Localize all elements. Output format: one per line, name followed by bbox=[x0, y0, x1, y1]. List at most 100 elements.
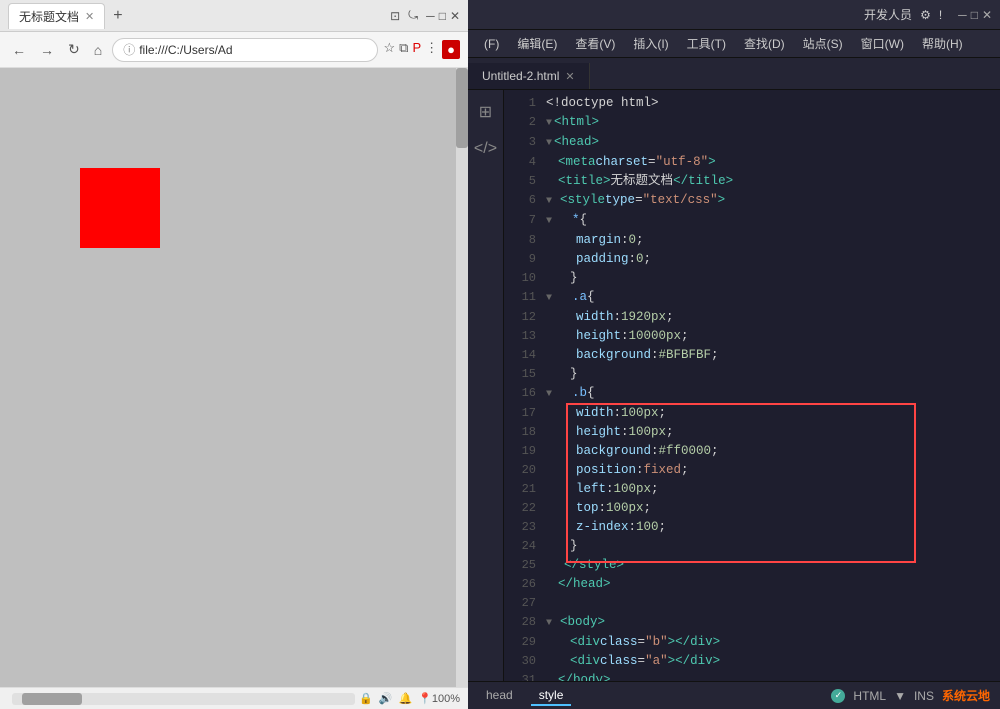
code-line-11: 11 ▼ .a{ bbox=[504, 288, 1000, 308]
code-line-19: 19 background: #ff0000; bbox=[504, 442, 1000, 461]
code-line-6: 6 ▼ <style type="text/css"> bbox=[504, 191, 1000, 211]
status-badge: ✓ bbox=[831, 689, 845, 703]
refresh-icon[interactable]: ⤿ bbox=[408, 8, 418, 23]
lock-icon: ⓘ bbox=[123, 41, 135, 58]
forward-button[interactable]: → bbox=[36, 40, 58, 60]
code-icon[interactable]: </> bbox=[470, 136, 501, 162]
code-line-15: 15 } bbox=[504, 365, 1000, 384]
horizontal-scrollbar[interactable] bbox=[12, 693, 355, 705]
browser-tab[interactable]: 无标题文档 ✕ bbox=[8, 3, 105, 29]
home-button[interactable]: ⌂ bbox=[90, 40, 106, 60]
code-line-8: 8 margin: 0; bbox=[504, 231, 1000, 250]
editor-tab-label: Untitled-2.html bbox=[482, 69, 559, 83]
security-icon: 🔒 bbox=[359, 692, 373, 705]
fold-11[interactable]: ▼ bbox=[546, 289, 552, 308]
code-line-23: 23 z-index: 100; bbox=[504, 518, 1000, 537]
settings-icon[interactable]: ⚙ bbox=[920, 8, 931, 22]
address-text: file:///C:/Users/Ad bbox=[139, 43, 232, 57]
code-line-26: 26 </head> bbox=[504, 575, 1000, 594]
browser-action-icon[interactable]: ● bbox=[442, 40, 460, 59]
back-button[interactable]: ← bbox=[8, 40, 30, 60]
fold-3[interactable]: ▼ bbox=[546, 134, 552, 153]
browser-window: 无标题文档 ✕ + ⊡ ⤿ ─ □ ✕ ← → ↻ ⌂ ⓘ file:///C:… bbox=[0, 0, 468, 709]
browser-scrollbar[interactable] bbox=[456, 68, 468, 687]
footer-tab-style[interactable]: style bbox=[531, 686, 572, 706]
reload-button[interactable]: ↻ bbox=[64, 39, 84, 60]
editor-maximize-button[interactable]: □ bbox=[971, 8, 978, 22]
maximize-button[interactable]: □ bbox=[439, 9, 446, 23]
fold-2[interactable]: ▼ bbox=[546, 114, 552, 133]
footer-brand: 系统云地 bbox=[942, 687, 990, 704]
code-line-22: 22 top: 100px; bbox=[504, 499, 1000, 518]
menu-tools[interactable]: 工具(T) bbox=[679, 33, 734, 54]
editor-body: ⊞ </> 1 <!doctype html> 2 ▼ <html> 3 bbox=[468, 90, 1000, 681]
address-bar[interactable]: ⓘ file:///C:/Users/Ad bbox=[112, 38, 377, 62]
code-line-7: 7 ▼ *{ bbox=[504, 211, 1000, 231]
footer-ins: INS bbox=[914, 689, 934, 703]
menu-site[interactable]: 站点(S) bbox=[795, 33, 851, 54]
editor-tab-bar: Untitled-2.html ✕ bbox=[468, 58, 1000, 90]
code-line-18: 18 height: 100px; bbox=[504, 423, 1000, 442]
code-line-12: 12 width: 1920px; bbox=[504, 308, 1000, 327]
code-line-9: 9 padding: 0; bbox=[504, 250, 1000, 269]
h-scrollbar-thumb[interactable] bbox=[22, 693, 82, 705]
editor-close-button[interactable]: ✕ bbox=[982, 8, 992, 22]
code-line-13: 13 height: 10000px; bbox=[504, 327, 1000, 346]
browser-statusbar: 🔒 🔊 🔔 📍 100% bbox=[0, 687, 468, 709]
tab-title: 无标题文档 bbox=[19, 8, 79, 25]
browser-titlebar: 无标题文档 ✕ + ⊡ ⤿ ─ □ ✕ bbox=[0, 0, 468, 32]
editor-titlebar: 开发人员 ⚙ ! ─ □ ✕ bbox=[468, 0, 1000, 30]
minimize-button[interactable]: ─ bbox=[426, 9, 435, 23]
code-line-1: 1 <!doctype html> bbox=[504, 94, 1000, 113]
zoom-level: 100% bbox=[432, 693, 460, 705]
code-line-10: 10 } bbox=[504, 269, 1000, 288]
grid-icon[interactable]: ⊞ bbox=[475, 98, 496, 126]
bookmark-icon[interactable]: ☆ bbox=[384, 40, 396, 59]
code-line-5: 5 <title>无标题文档</title> bbox=[504, 172, 1000, 191]
audio-icon: 🔊 bbox=[379, 692, 393, 705]
separator: ! bbox=[939, 8, 942, 22]
code-line-4: 4 <meta charset="utf-8"> bbox=[504, 153, 1000, 172]
red-box bbox=[80, 168, 160, 248]
close-tab-icon[interactable]: ✕ bbox=[85, 10, 94, 23]
footer-tab-head[interactable]: head bbox=[478, 686, 521, 706]
editor-footer: head style ✓ HTML ▼ INS 系统云地 bbox=[468, 681, 1000, 709]
fold-16[interactable]: ▼ bbox=[546, 385, 552, 404]
fold-6[interactable]: ▼ bbox=[546, 192, 552, 211]
footer-right: ✓ HTML ▼ INS 系统云地 bbox=[831, 687, 990, 704]
extension-icon[interactable]: ⧉ bbox=[399, 40, 408, 59]
editor-win-controls: ─ □ ✕ bbox=[958, 8, 992, 22]
fold-28[interactable]: ▼ bbox=[546, 614, 552, 633]
close-button[interactable]: ✕ bbox=[450, 9, 460, 23]
fold-7[interactable]: ▼ bbox=[546, 212, 552, 231]
menu-insert[interactable]: 插入(I) bbox=[625, 33, 676, 54]
new-tab-button[interactable]: + bbox=[109, 7, 126, 25]
menu-help[interactable]: 帮助(H) bbox=[914, 33, 971, 54]
editor-menu-bar: (F) 编辑(E) 查看(V) 插入(I) 工具(T) 查找(D) 站点(S) … bbox=[468, 30, 1000, 58]
dev-tools-label: 开发人员 bbox=[864, 6, 912, 23]
menu-view[interactable]: 查看(V) bbox=[567, 33, 623, 54]
menu-window[interactable]: 窗口(W) bbox=[853, 33, 912, 54]
code-line-17: 17 width: 100px; bbox=[504, 404, 1000, 423]
browser-toolbar: ← → ↻ ⌂ ⓘ file:///C:/Users/Ad ☆ ⧉ P ⋮ ● bbox=[0, 32, 468, 68]
menu-find[interactable]: 查找(D) bbox=[736, 33, 793, 54]
editor-window: 开发人员 ⚙ ! ─ □ ✕ (F) 编辑(E) 查看(V) 插入(I) 工具(… bbox=[468, 0, 1000, 709]
editor-minimize-button[interactable]: ─ bbox=[958, 8, 967, 22]
scrollbar-thumb[interactable] bbox=[456, 68, 468, 148]
menu-edit[interactable]: 编辑(E) bbox=[509, 33, 565, 54]
editor-tab-file[interactable]: Untitled-2.html ✕ bbox=[468, 63, 590, 89]
code-line-2: 2 ▼ <html> bbox=[504, 113, 1000, 133]
menu-file[interactable]: (F) bbox=[476, 35, 507, 53]
code-line-20: 20 position: fixed; bbox=[504, 461, 1000, 480]
browser-content bbox=[0, 68, 468, 687]
cast-icon[interactable]: ⊡ bbox=[390, 9, 400, 23]
menu-icon[interactable]: ⋮ bbox=[425, 40, 438, 59]
code-area: 1 <!doctype html> 2 ▼ <html> 3 ▼ <head> bbox=[504, 90, 1000, 681]
code-line-30: 30 <div class="a"></div> bbox=[504, 652, 1000, 671]
code-line-28: 28 ▼ <body> bbox=[504, 613, 1000, 633]
pdf-icon[interactable]: P bbox=[412, 40, 421, 59]
code-line-21: 21 left: 100px; bbox=[504, 480, 1000, 499]
editor-tab-close-icon[interactable]: ✕ bbox=[565, 70, 574, 83]
notification-icon: 🔔 bbox=[398, 692, 412, 705]
code-content: 1 <!doctype html> 2 ▼ <html> 3 ▼ <head> bbox=[504, 90, 1000, 681]
